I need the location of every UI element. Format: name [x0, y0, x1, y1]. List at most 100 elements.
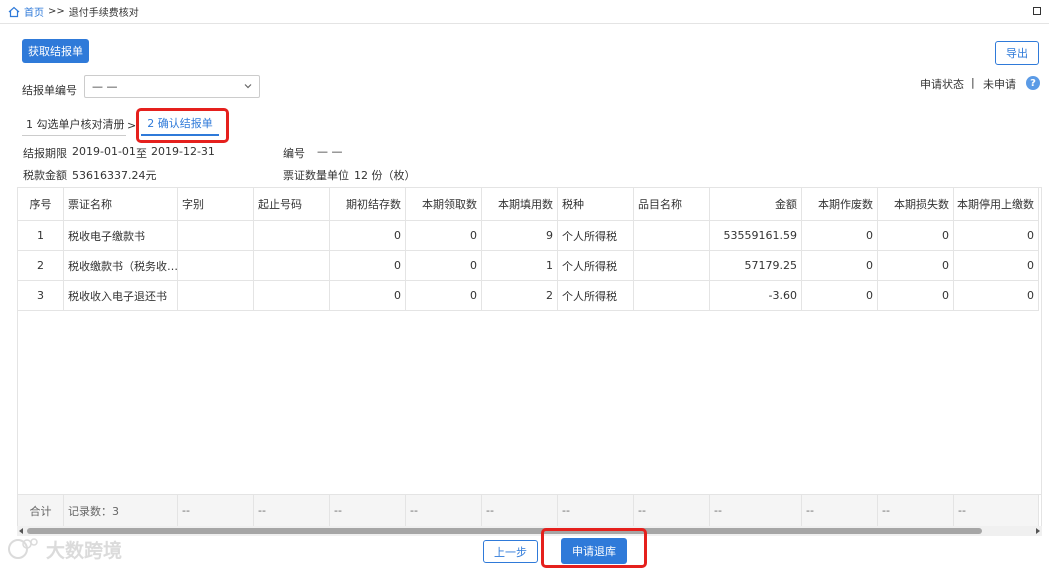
- table-cell: 0: [802, 221, 878, 251]
- table-header-cell: 票证名称: [64, 188, 178, 221]
- period-to: 至: [136, 147, 147, 160]
- table-cell: [178, 281, 254, 311]
- help-icon[interactable]: ?: [1026, 76, 1040, 90]
- table-footer-cell: --: [558, 495, 634, 526]
- table-cell: [634, 221, 710, 251]
- step-1-select-checklist[interactable]: 1 勾选单户核对清册: [22, 112, 126, 136]
- table-cell: 3: [18, 281, 64, 311]
- table-cell: 税收电子缴款书: [64, 221, 178, 251]
- table-header-cell: 本期填用数: [482, 188, 558, 221]
- maximize-icon[interactable]: [1033, 7, 1041, 15]
- status-separator: |: [971, 76, 975, 89]
- table-cell: [178, 251, 254, 281]
- table-cell: 0: [406, 281, 482, 311]
- status-value: 未申请: [983, 78, 1016, 91]
- table-footer-cell: --: [802, 495, 878, 526]
- table-footer-cell: --: [634, 495, 710, 526]
- table-empty-area: [18, 312, 1041, 495]
- period-label: 结报期限: [23, 147, 67, 160]
- table-header-cell: 期初结存数: [330, 188, 406, 221]
- table-cell: 9: [482, 221, 558, 251]
- table-header-cell: 品目名称: [634, 188, 710, 221]
- table-cell: [254, 221, 330, 251]
- report-table: 序号 1 2 3 合计 票证名称 税收电子缴款书 税收缴款书（税务收… 税收收入电子退还书 记录数…: [17, 187, 1042, 527]
- table-cell: 个人所得税: [558, 221, 634, 251]
- table-cell: 0: [878, 251, 954, 281]
- table-cell: 0: [954, 251, 1039, 281]
- amount-value: 53616337.24元: [72, 169, 157, 182]
- table-cell: 0: [802, 251, 878, 281]
- breadcrumb: 首页 >> 退付手续费核对: [0, 0, 1049, 24]
- status-label: 申请状态: [920, 78, 964, 91]
- table-cell: 57179.25: [710, 251, 802, 281]
- prev-step-button[interactable]: 上一步: [483, 540, 538, 563]
- table-cell: 2: [18, 251, 64, 281]
- scroll-right-icon[interactable]: [1036, 528, 1040, 534]
- table-cell: [634, 281, 710, 311]
- table-footer-cell: 记录数：3: [64, 495, 178, 526]
- report-no-value: — —: [92, 80, 118, 93]
- horizontal-scrollbar[interactable]: [17, 526, 1042, 536]
- table-header-cell: 本期作废数: [802, 188, 878, 221]
- table-footer-cell: 合计: [18, 495, 64, 526]
- table-cell: 0: [878, 281, 954, 311]
- table-cell: 1: [482, 251, 558, 281]
- table-cell: 2: [482, 281, 558, 311]
- table-cell: 0: [802, 281, 878, 311]
- watermark: 大数跨境: [6, 536, 141, 564]
- table-cell: 1: [18, 221, 64, 251]
- table-cell: 0: [330, 221, 406, 251]
- chevron-down-icon: [244, 84, 252, 89]
- table-cell: 0: [330, 281, 406, 311]
- table-cell: 0: [878, 221, 954, 251]
- watermark-text: 大数跨境: [46, 539, 122, 562]
- no-value: — —: [317, 145, 343, 158]
- table-footer-cell: --: [954, 495, 1039, 526]
- table-cell: 0: [954, 221, 1039, 251]
- table-cell: [254, 251, 330, 281]
- highlight-box-apply: [541, 528, 647, 568]
- table-header-cell: 本期损失数: [878, 188, 954, 221]
- unit-value: 12 份（枚）: [354, 169, 416, 182]
- table-cell: 个人所得税: [558, 251, 634, 281]
- no-label: 编号: [283, 147, 305, 160]
- period-end: 2019-12-31: [151, 145, 215, 158]
- table-cell: 0: [954, 281, 1039, 311]
- table-footer-cell: --: [878, 495, 954, 526]
- table-footer-cell: --: [330, 495, 406, 526]
- table-cell: 个人所得税: [558, 281, 634, 311]
- breadcrumb-home-link[interactable]: 首页: [24, 4, 44, 19]
- table-header-cell: 序号: [18, 188, 64, 221]
- highlight-box-step: [136, 108, 229, 143]
- scroll-thumb[interactable]: [27, 528, 982, 534]
- scroll-left-icon[interactable]: [19, 528, 23, 534]
- step-arrow: >: [127, 119, 137, 132]
- table-cell: 0: [330, 251, 406, 281]
- table-footer-cell: --: [710, 495, 802, 526]
- table-footer-cell: --: [254, 495, 330, 526]
- export-button[interactable]: 导出: [995, 41, 1039, 65]
- table-cell: [178, 221, 254, 251]
- amount-label: 税款金额: [23, 169, 67, 182]
- table-header-cell: 本期领取数: [406, 188, 482, 221]
- table-cell: 0: [406, 251, 482, 281]
- table-cell: [634, 251, 710, 281]
- table-cell: -3.60: [710, 281, 802, 311]
- breadcrumb-current: 退付手续费核对: [68, 8, 139, 19]
- table-header-cell: 本期停用上缴数: [954, 188, 1039, 221]
- report-no-label: 结报单编号: [22, 84, 77, 97]
- watermark-logo-icon: 大数跨境: [8, 538, 122, 562]
- table-header-cell: 起止号码: [254, 188, 330, 221]
- table-header-cell: 金额: [710, 188, 802, 221]
- table-cell: 0: [406, 221, 482, 251]
- fetch-report-button[interactable]: 获取结报单: [22, 39, 89, 63]
- table-footer-cell: --: [482, 495, 558, 526]
- breadcrumb-separator: >>: [48, 6, 65, 17]
- table-footer-cell: --: [178, 495, 254, 526]
- table-cell: 税收收入电子退还书: [64, 281, 178, 311]
- home-icon[interactable]: [8, 6, 20, 18]
- table-header-cell: 税种: [558, 188, 634, 221]
- period-start: 2019-01-01: [72, 145, 136, 158]
- report-no-select[interactable]: — —: [84, 75, 260, 98]
- unit-label: 票证数量单位: [283, 169, 349, 182]
